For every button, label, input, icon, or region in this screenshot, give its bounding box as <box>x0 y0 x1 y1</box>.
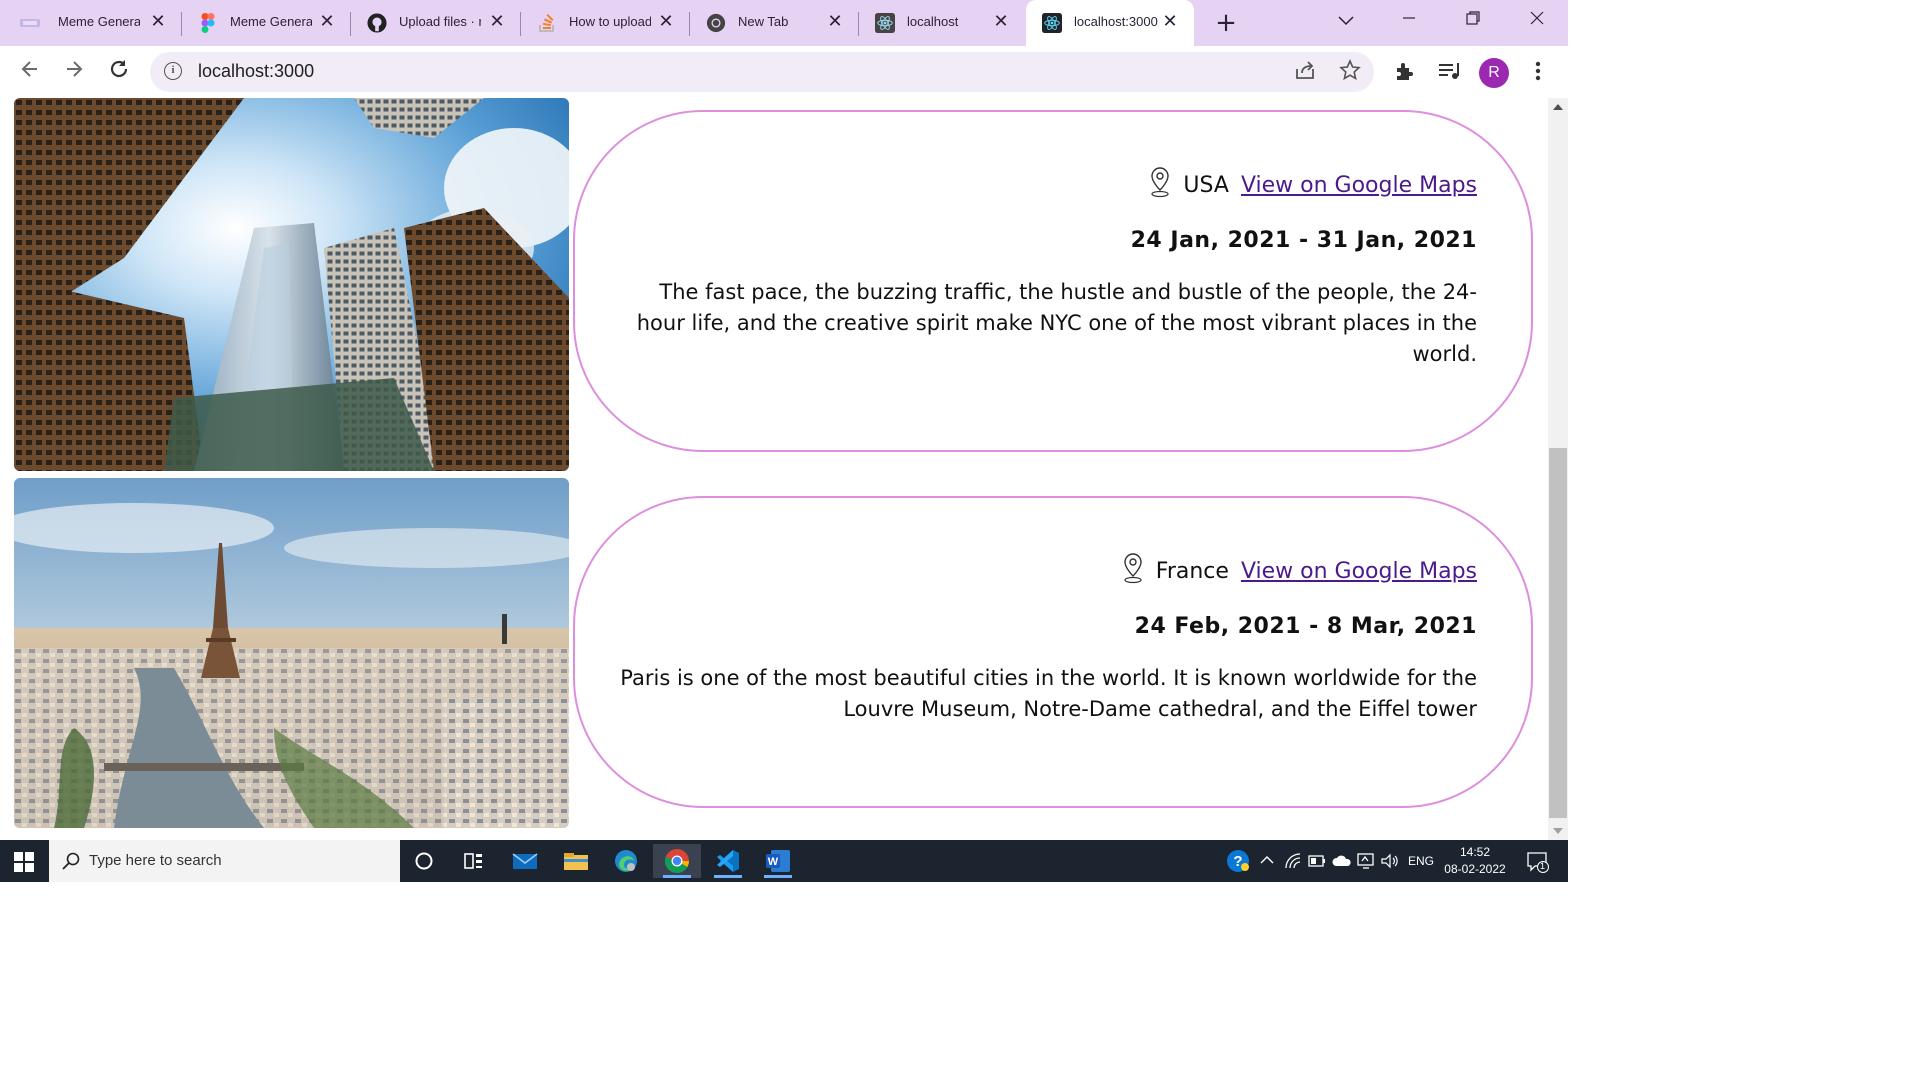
minimize-icon[interactable] <box>1394 10 1424 31</box>
close-icon[interactable]: ✕ <box>148 12 168 32</box>
clock[interactable]: 14:52 08-02-2022 <box>1440 844 1510 878</box>
meme-generator-favicon <box>20 13 40 33</box>
window-close-icon[interactable] <box>1522 10 1552 31</box>
tab-localhost-3000[interactable]: localhost:3000 ✕ <box>1026 0 1194 46</box>
close-icon[interactable]: ✕ <box>487 12 507 32</box>
figma-icon <box>198 13 218 33</box>
file-explorer-icon[interactable] <box>552 844 600 878</box>
new-york-skyscrapers-photo <box>14 98 569 471</box>
address-bar[interactable]: i localhost:3000 <box>150 52 1374 92</box>
help-icon[interactable]: ? <box>1226 849 1250 891</box>
restore-icon[interactable] <box>1458 10 1488 31</box>
vertical-scrollbar[interactable] <box>1548 98 1568 840</box>
tab-localhost[interactable]: localhost ✕ <box>859 0 1025 46</box>
paris-eiffel-tower-photo <box>14 478 569 828</box>
forward-arrow-icon[interactable] <box>60 58 88 86</box>
search-placeholder: Type here to search <box>89 852 222 869</box>
language-indicator[interactable]: ENG <box>1408 854 1434 896</box>
share-icon[interactable] <box>1292 59 1318 85</box>
bookmark-star-icon[interactable] <box>1337 58 1363 85</box>
tab-title: Upload files · roushanks <box>399 14 481 29</box>
battery-icon[interactable] <box>1308 854 1326 896</box>
notification-center-icon[interactable]: 1 <box>1526 851 1550 893</box>
google-maps-link[interactable]: View on Google Maps <box>1241 173 1477 198</box>
windows-taskbar: Type here to search W ? ENG 14:52 08-02-… <box>0 840 1568 882</box>
location-pin-icon <box>1122 552 1144 590</box>
close-icon[interactable]: ✕ <box>317 12 337 32</box>
word-icon[interactable]: W <box>754 844 802 878</box>
url-text[interactable]: localhost:3000 <box>198 61 314 82</box>
close-icon[interactable]: ✕ <box>656 12 676 32</box>
tray-chevron-up-icon[interactable] <box>1260 854 1274 896</box>
site-info-icon[interactable]: i <box>164 62 182 80</box>
reload-icon[interactable] <box>105 58 133 86</box>
new-tab-button[interactable]: + <box>1212 9 1240 37</box>
clock-time: 14:52 <box>1459 845 1491 859</box>
edge-icon[interactable] <box>602 844 650 878</box>
trip-card-france: France View on Google Maps 24 Feb, 2021 … <box>573 496 1533 808</box>
scroll-up-arrow-icon[interactable] <box>1553 104 1563 110</box>
cortana-icon[interactable] <box>400 844 448 878</box>
display-project-icon[interactable] <box>1356 851 1376 893</box>
tab-github-upload[interactable]: Upload files · roushanks ✕ <box>351 0 521 46</box>
close-icon[interactable]: ✕ <box>1160 12 1180 32</box>
onedrive-cloud-icon[interactable] <box>1332 854 1352 896</box>
notification-count: 1 <box>1540 861 1546 871</box>
tab-how-to-upload[interactable]: How to upload ✕ <box>521 0 690 46</box>
tab-title: New Tab <box>738 14 789 29</box>
tab-title: How to upload <box>569 14 651 29</box>
location-row: France View on Google Maps <box>617 552 1477 590</box>
vscode-icon[interactable] <box>704 844 752 878</box>
tab-title: localhost:3000 <box>1074 14 1158 29</box>
taskbar-search-box[interactable]: Type here to search <box>49 840 400 882</box>
trip-description: The fast pace, the buzzing traffic, the … <box>636 280 1477 366</box>
more-menu-icon[interactable] <box>1525 60 1551 86</box>
tab-meme-generator-1[interactable]: Meme Generator ✕ <box>0 0 182 46</box>
extensions-puzzle-icon[interactable] <box>1392 60 1418 86</box>
stackoverflow-icon <box>537 13 557 33</box>
google-maps-link[interactable]: View on Google Maps <box>1241 559 1477 584</box>
tab-title: localhost <box>907 14 959 29</box>
clock-date: 08-02-2022 <box>1444 862 1506 876</box>
tab-title: Meme Generator <box>58 14 140 29</box>
github-icon <box>367 13 387 33</box>
network-icon[interactable] <box>1284 852 1302 894</box>
tab-meme-generator-2[interactable]: Meme Generator ✕ <box>182 0 351 46</box>
trip-description: Paris is one of the most beautiful citie… <box>620 666 1477 721</box>
task-view-icon[interactable] <box>450 844 498 878</box>
scroll-down-arrow-icon[interactable] <box>1553 828 1563 834</box>
location-row: USA View on Google Maps <box>617 166 1477 204</box>
scrollbar-thumb[interactable] <box>1549 448 1567 818</box>
trip-dates: 24 Jan, 2021 - 31 Jan, 2021 <box>1130 228 1477 253</box>
back-arrow-icon[interactable] <box>16 58 44 86</box>
chrome-taskbar-icon[interactable] <box>653 844 701 878</box>
trip-dates: 24 Feb, 2021 - 8 Mar, 2021 <box>1134 614 1477 639</box>
tab-strip: Meme Generator ✕ Meme Generator ✕ Upload… <box>0 0 1568 46</box>
react-icon <box>875 13 895 33</box>
country-label: USA <box>1183 172 1229 198</box>
react-icon <box>1042 13 1062 33</box>
chrome-icon <box>706 13 726 33</box>
tab-search-chevron-icon[interactable] <box>1331 10 1361 31</box>
trip-card-usa: USA View on Google Maps 24 Jan, 2021 - 3… <box>573 110 1533 452</box>
search-icon <box>61 851 81 871</box>
close-icon[interactable]: ✕ <box>991 12 1011 32</box>
close-icon[interactable]: ✕ <box>825 12 845 32</box>
windows-start-icon[interactable] <box>14 852 34 872</box>
tab-new-tab[interactable]: New Tab ✕ <box>690 0 859 46</box>
volume-icon[interactable] <box>1380 852 1400 894</box>
profile-avatar[interactable]: R <box>1479 58 1509 88</box>
page-viewport: USA View on Google Maps 24 Jan, 2021 - 3… <box>0 98 1548 840</box>
svg-text:W: W <box>768 856 779 868</box>
tab-title: Meme Generator <box>230 14 312 29</box>
mail-icon[interactable] <box>501 844 549 878</box>
media-queue-icon[interactable] <box>1436 60 1462 86</box>
browser-toolbar: i localhost:3000 R <box>0 46 1568 99</box>
location-pin-icon <box>1149 166 1171 204</box>
country-label: France <box>1155 558 1229 584</box>
